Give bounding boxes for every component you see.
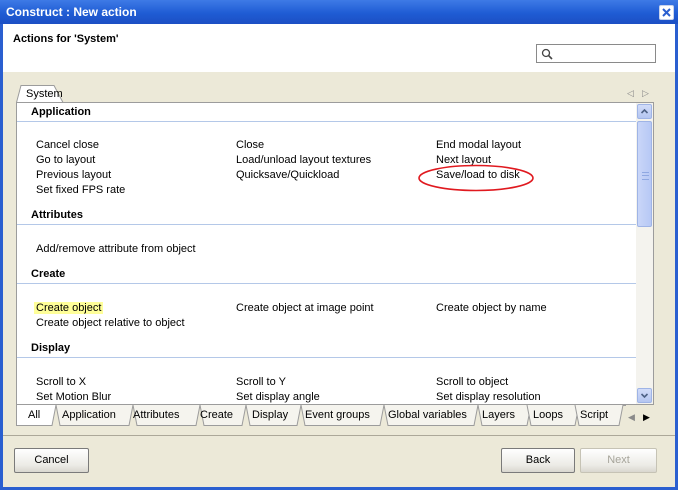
- action-item[interactable]: Quicksave/Quickload: [236, 169, 339, 181]
- section-divider: [17, 224, 637, 225]
- tab-global-variables[interactable]: Global variables: [388, 405, 467, 425]
- action-item[interactable]: Set Motion Blur: [36, 391, 111, 403]
- next-button[interactable]: Next: [580, 448, 657, 473]
- action-item[interactable]: Previous layout: [36, 169, 111, 181]
- tab-create[interactable]: Create: [200, 405, 233, 425]
- tab-scroll-left-icon[interactable]: ◁: [627, 88, 634, 99]
- cancel-button[interactable]: Cancel: [14, 448, 89, 473]
- action-item[interactable]: Create object at image point: [236, 302, 374, 314]
- category-tabs: All Application Attributes Create Displa…: [16, 405, 654, 427]
- tab-all[interactable]: All: [28, 405, 40, 425]
- close-button[interactable]: [659, 5, 674, 20]
- section-divider: [17, 121, 637, 122]
- section-title-create: Create: [31, 268, 66, 280]
- action-item[interactable]: Set display resolution: [436, 391, 541, 403]
- action-item[interactable]: End modal layout: [436, 139, 521, 151]
- actions-panel: Application Cancel close Close End modal…: [16, 102, 654, 405]
- action-item[interactable]: Close: [236, 139, 264, 151]
- search-icon: [541, 48, 553, 60]
- chevron-down-icon: [640, 393, 649, 399]
- section-divider: [17, 283, 637, 284]
- tabs-scroll-right-icon[interactable]: ▶: [643, 412, 650, 423]
- tab-event-groups[interactable]: Event groups: [305, 405, 370, 425]
- tab-application[interactable]: Application: [62, 405, 116, 425]
- window-title: Construct : New action: [6, 5, 137, 19]
- action-item[interactable]: Scroll to object: [436, 376, 508, 388]
- action-item[interactable]: Add/remove attribute from object: [36, 243, 196, 255]
- back-button[interactable]: Back: [501, 448, 575, 473]
- title-bar: Construct : New action: [0, 0, 678, 24]
- tab-layers[interactable]: Layers: [482, 405, 515, 425]
- tab-attributes[interactable]: Attributes: [133, 405, 179, 425]
- section-title-display: Display: [31, 342, 71, 354]
- vertical-scrollbar[interactable]: [636, 103, 653, 404]
- close-icon: [662, 8, 671, 17]
- scroll-down-button[interactable]: [637, 388, 652, 403]
- section-divider: [17, 357, 637, 358]
- action-item[interactable]: Load/unload layout textures: [236, 154, 371, 166]
- action-item[interactable]: Scroll to X: [36, 376, 86, 388]
- tabs-scroll-left-icon[interactable]: ◀: [628, 412, 635, 423]
- action-item[interactable]: Scroll to Y: [236, 376, 286, 388]
- action-item[interactable]: Go to layout: [36, 154, 95, 166]
- action-item-create-object-selected[interactable]: Create object: [34, 302, 104, 314]
- section-title-application: Application: [31, 106, 91, 118]
- action-item[interactable]: Create object by name: [436, 302, 547, 314]
- search-box[interactable]: [536, 44, 656, 63]
- tab-system[interactable]: System: [26, 88, 63, 100]
- chevron-up-icon: [640, 108, 649, 114]
- action-item[interactable]: Set display angle: [236, 391, 320, 403]
- tab-script[interactable]: Script: [580, 405, 608, 425]
- tab-scroll-right-icon[interactable]: ▷: [642, 88, 649, 99]
- tab-loops[interactable]: Loops: [533, 405, 563, 425]
- tab-display[interactable]: Display: [252, 405, 288, 425]
- action-item[interactable]: Set fixed FPS rate: [36, 184, 125, 196]
- action-item[interactable]: Cancel close: [36, 139, 99, 151]
- scroll-up-button[interactable]: [637, 104, 652, 119]
- search-input[interactable]: [559, 46, 653, 61]
- header-title: Actions for 'System': [13, 33, 119, 45]
- annotation-ellipse: [418, 164, 534, 192]
- action-item[interactable]: Create object relative to object: [36, 317, 185, 329]
- section-title-attributes: Attributes: [31, 209, 83, 221]
- scroll-thumb[interactable]: [637, 121, 652, 227]
